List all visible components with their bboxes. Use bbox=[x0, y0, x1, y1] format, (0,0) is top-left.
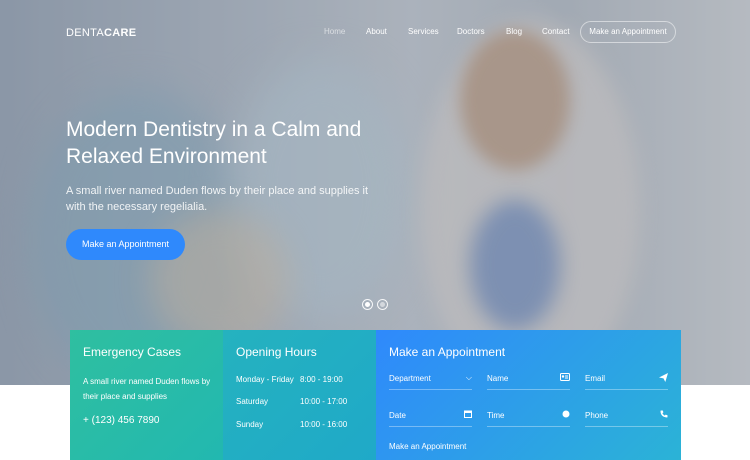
submit-appointment-button[interactable]: Make an Appointment bbox=[389, 442, 466, 451]
hours-row: Saturday 10:00 - 17:00 bbox=[236, 397, 371, 409]
nav-item-blog[interactable]: Blog bbox=[506, 27, 522, 36]
phone-field[interactable]: Phone bbox=[585, 410, 668, 427]
time-field[interactable]: Time bbox=[487, 410, 570, 427]
appointment-title: Make an Appointment bbox=[389, 345, 506, 359]
hero-subtitle: A small river named Duden flows by their… bbox=[66, 185, 369, 213]
id-card-icon bbox=[560, 373, 570, 383]
hours-day: Saturday bbox=[236, 397, 269, 406]
emergency-title: Emergency Cases bbox=[83, 345, 182, 359]
hero-title: Modern Dentistry in a Calm and Relaxed E… bbox=[66, 118, 362, 168]
hours-row: Monday - Friday 8:00 - 19:00 bbox=[236, 375, 371, 387]
slider-dot-2[interactable] bbox=[377, 299, 388, 310]
hours-time: 10:00 - 16:00 bbox=[300, 420, 348, 429]
nav-item-doctors[interactable]: Doctors bbox=[457, 27, 485, 36]
hours-day: Monday - Friday bbox=[236, 375, 294, 384]
time-label: Time bbox=[487, 411, 505, 420]
hero-appointment-button[interactable]: Make an Appointment bbox=[66, 229, 185, 260]
department-label: Department bbox=[389, 374, 431, 383]
clock-icon bbox=[562, 410, 570, 420]
chevron-down-icon: ⌵ bbox=[465, 373, 472, 382]
hours-row: Sunday 10:00 - 16:00 bbox=[236, 420, 371, 432]
email-field[interactable]: Email bbox=[585, 373, 668, 390]
calendar-icon bbox=[464, 410, 472, 420]
emergency-text: A small river named Duden flows by their… bbox=[83, 377, 211, 401]
name-field[interactable]: Name bbox=[487, 373, 570, 390]
opening-hours-panel: Opening Hours Monday - Friday 8:00 - 19:… bbox=[223, 330, 376, 460]
appointment-panel: Make an Appointment Department ⌵ Name Em… bbox=[376, 330, 681, 460]
emergency-phone[interactable]: + (123) 456 7890 bbox=[83, 415, 159, 426]
nav-item-services[interactable]: Services bbox=[408, 27, 439, 36]
hours-time: 10:00 - 17:00 bbox=[300, 397, 348, 406]
slider-dot-1[interactable] bbox=[362, 299, 373, 310]
hours-time: 8:00 - 19:00 bbox=[300, 375, 343, 384]
phone-icon bbox=[660, 410, 668, 420]
top-navbar: DENTACARE Home About Services Doctors Bl… bbox=[0, 0, 750, 66]
date-label: Date bbox=[389, 411, 406, 420]
nav-item-about[interactable]: About bbox=[366, 27, 387, 36]
hours-day: Sunday bbox=[236, 420, 264, 429]
nav-item-contact[interactable]: Contact bbox=[542, 27, 570, 36]
name-label: Name bbox=[487, 374, 509, 383]
hours-title: Opening Hours bbox=[236, 345, 317, 359]
emergency-panel: Emergency Cases A small river named Dude… bbox=[70, 330, 223, 460]
date-field[interactable]: Date bbox=[389, 410, 472, 427]
email-label: Email bbox=[585, 374, 606, 383]
hero-section: DENTACARE Home About Services Doctors Bl… bbox=[0, 0, 750, 385]
nav-item-home[interactable]: Home bbox=[324, 27, 345, 36]
nav-appointment-button[interactable]: Make an Appointment bbox=[580, 21, 676, 43]
paper-plane-icon bbox=[659, 373, 668, 384]
department-select[interactable]: Department ⌵ bbox=[389, 373, 472, 390]
phone-label: Phone bbox=[585, 411, 609, 420]
